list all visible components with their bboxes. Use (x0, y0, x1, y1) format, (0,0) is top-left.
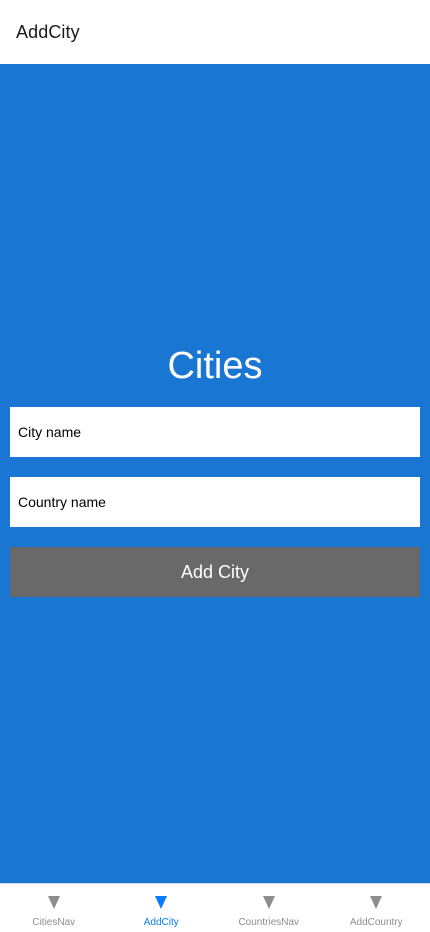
tab-label: AddCountry (349, 917, 403, 928)
tab-label: AddCity (143, 917, 179, 928)
tab-add-country[interactable]: AddCountry (323, 884, 430, 932)
tab-cities-nav[interactable]: CitiesNav (0, 884, 108, 932)
tab-label: CountriesNav (238, 917, 300, 928)
tab-add-city[interactable]: AddCity (108, 884, 216, 932)
city-name-input[interactable] (10, 407, 420, 457)
triangle-down-icon (155, 896, 168, 909)
main-content: Cities Add City (0, 64, 430, 883)
add-city-button[interactable]: Add City (10, 547, 420, 597)
bottom-tab-bar: CitiesNav AddCity CountriesNav AddCountr… (0, 883, 430, 932)
header-title: AddCity (16, 21, 80, 42)
triangle-down-icon (370, 896, 383, 909)
triangle-down-icon (262, 896, 275, 909)
page-heading: Cities (167, 345, 263, 387)
triangle-down-icon (47, 896, 60, 909)
app-header: AddCity (0, 0, 430, 64)
country-name-input[interactable] (10, 477, 420, 527)
tab-label: CitiesNav (32, 917, 76, 928)
tab-countries-nav[interactable]: CountriesNav (215, 884, 323, 932)
